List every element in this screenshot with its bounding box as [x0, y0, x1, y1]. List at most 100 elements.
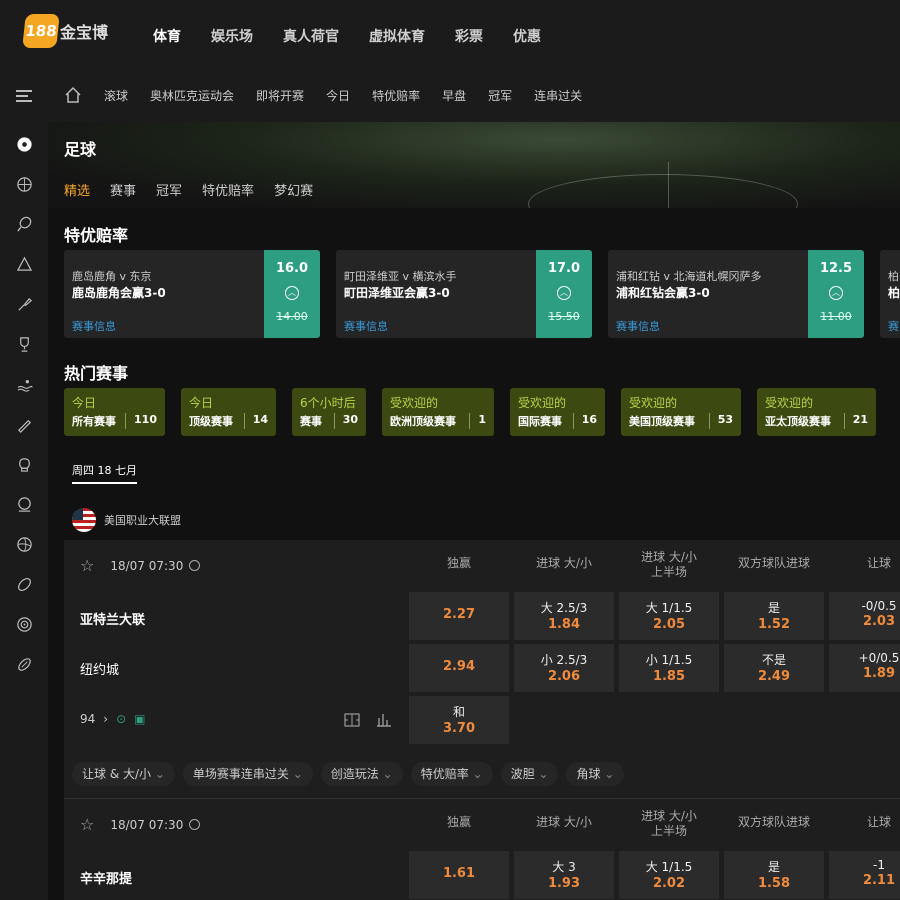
- league-header[interactable]: 美国职业大联盟: [72, 508, 181, 532]
- subnav-upcoming[interactable]: 即将开赛: [256, 87, 304, 104]
- topnav-promotions[interactable]: 优惠: [513, 26, 541, 46]
- basketball-icon[interactable]: [16, 176, 33, 193]
- subnav-parlay[interactable]: 连串过关: [534, 87, 582, 104]
- hot-event-chip[interactable]: 受欢迎的 国际赛事 16: [510, 388, 605, 436]
- soccer-icon[interactable]: [16, 136, 33, 153]
- subnav-today[interactable]: 今日: [326, 87, 350, 104]
- favorite-star-icon[interactable]: ☆: [80, 556, 94, 575]
- more-markets-count[interactable]: 94: [80, 712, 95, 726]
- hot-event-chip[interactable]: 受欢迎的 美国顶级赛事 53: [621, 388, 741, 436]
- tab-fantasy[interactable]: 梦幻赛: [274, 180, 313, 199]
- subnav-special-odds[interactable]: 特优赔率: [372, 87, 420, 104]
- subnav-inplay[interactable]: 滚球: [104, 87, 128, 104]
- special-card[interactable]: 浦和红钻 v 北海道札幌冈萨多 浦和红钻会赢3-0 赛事信息 12.5 ︿ 11…: [608, 250, 864, 338]
- tab-matches[interactable]: 赛事: [110, 180, 136, 199]
- clock-icon: [189, 560, 201, 571]
- odds-cell[interactable]: 大 2.5/3 1.84: [514, 592, 614, 640]
- odds-cell[interactable]: 2.94: [409, 644, 509, 692]
- hot-event-chip[interactable]: 受欢迎的 欧洲顶级赛事 1: [382, 388, 494, 436]
- odds-cell[interactable]: 大 1/1.5 2.05: [619, 592, 719, 640]
- odds-cell-draw[interactable]: 和 3.70: [409, 696, 509, 744]
- hot-event-label: 赛事: [300, 415, 322, 428]
- market-filter-chips: 让球 & 大/小 单场赛事连串过关 创造玩法 特优赔率 波胆 角球: [72, 762, 625, 786]
- odds-cell[interactable]: 是 1.52: [724, 592, 824, 640]
- odds-value: 1.89: [862, 666, 896, 681]
- market-chip[interactable]: 让球 & 大/小: [72, 762, 175, 786]
- match-info-link[interactable]: 赛: [888, 318, 899, 334]
- hot-event-label: 所有赛事: [72, 415, 116, 428]
- odds-line: 小 2.5/3: [540, 653, 588, 667]
- logo-text: 金宝博: [60, 23, 109, 42]
- match-info-link[interactable]: 赛事信息: [616, 318, 660, 334]
- special-card[interactable]: 鹿岛鹿角 v 东京 鹿岛鹿角会赢3-0 赛事信息 16.0 ︿ 14.00: [64, 250, 320, 338]
- hot-event-chip[interactable]: 今日 顶级赛事 14: [181, 388, 276, 436]
- boosted-odds-button[interactable]: 17.0 ︿ 15.50: [536, 250, 592, 338]
- match-time: 18/07 07:30: [110, 558, 184, 573]
- american-football-icon[interactable]: [16, 576, 33, 593]
- subnav-outright[interactable]: 冠军: [488, 87, 512, 104]
- trophy-icon[interactable]: [16, 336, 33, 353]
- subnav-early[interactable]: 早盘: [442, 87, 466, 104]
- odds-cell[interactable]: 不是 2.49: [724, 644, 824, 692]
- col-header-btts: 双方球队进球: [737, 556, 810, 570]
- chevron-right-icon[interactable]: ›: [103, 712, 108, 726]
- market-chip[interactable]: 角球: [566, 762, 625, 786]
- subnav-olympics[interactable]: 奥林匹克运动会: [150, 87, 234, 104]
- special-card[interactable]: 町田泽维亚 v 横滨水手 町田泽维亚会赢3-0 赛事信息 17.0 ︿ 15.5…: [336, 250, 592, 338]
- snooker-icon[interactable]: [16, 496, 33, 513]
- tab-featured[interactable]: 精选: [64, 180, 90, 199]
- odds-cell[interactable]: -0/0.5 2.03: [829, 592, 900, 640]
- lineup-icon[interactable]: [344, 712, 360, 728]
- logo[interactable]: 188 金宝博: [22, 14, 109, 48]
- hot-event-chip[interactable]: 受欢迎的 亚太顶级赛事 21: [757, 388, 876, 436]
- topnav-lottery[interactable]: 彩票: [455, 26, 483, 46]
- odds-cell[interactable]: 小 2.5/3 2.06: [514, 644, 614, 692]
- topnav-live-dealer[interactable]: 真人荷官: [283, 26, 339, 46]
- odds-cell[interactable]: 大 1/1.5 2.02: [619, 851, 719, 899]
- odds-cell[interactable]: 2.27: [409, 592, 509, 640]
- favorite-star-icon[interactable]: ☆: [80, 815, 94, 834]
- odds-value: 1.61: [442, 866, 476, 881]
- market-chip[interactable]: 波胆: [500, 762, 559, 786]
- special-match: 町田泽维亚 v 横滨水手: [344, 270, 457, 283]
- match-info-link[interactable]: 赛事信息: [344, 318, 388, 334]
- date-tab[interactable]: 周四 18 七月: [72, 462, 137, 484]
- market-chip[interactable]: 特优赔率: [410, 762, 493, 786]
- odds-cell[interactable]: 1.61: [409, 851, 509, 899]
- odds-cell[interactable]: 大 3 1.93: [514, 851, 614, 899]
- hot-event-chip[interactable]: 6个小时后 赛事 30: [292, 388, 366, 436]
- special-card-partial[interactable]: 柏 柏 赛: [880, 250, 900, 338]
- boosted-odds-button[interactable]: 12.5 ︿ 11.00: [808, 250, 864, 338]
- swimming-icon[interactable]: [16, 376, 33, 393]
- odds-value: 1.52: [757, 617, 791, 632]
- rugby-icon[interactable]: [16, 656, 33, 673]
- volleyball-icon[interactable]: [16, 536, 33, 553]
- pyramid-icon[interactable]: [16, 256, 33, 273]
- match-info-link[interactable]: 赛事信息: [72, 318, 116, 334]
- odds-cell[interactable]: +0/0.5 1.89: [829, 644, 900, 692]
- odds-cell[interactable]: 是 1.58: [724, 851, 824, 899]
- market-chip[interactable]: 单场赛事连串过关: [182, 762, 313, 786]
- tab-outright[interactable]: 冠军: [156, 180, 182, 199]
- home-icon[interactable]: [64, 86, 82, 104]
- boxing-icon[interactable]: [16, 456, 33, 473]
- original-odds: 15.50: [548, 310, 580, 323]
- odds-value: 2.03: [862, 614, 896, 629]
- away-team: 纽约城: [80, 663, 120, 678]
- tennis-icon[interactable]: [16, 216, 33, 233]
- market-chip[interactable]: 创造玩法: [320, 762, 403, 786]
- darts-icon[interactable]: [16, 616, 33, 633]
- odds-cell[interactable]: -1 2.11: [829, 851, 900, 899]
- stats-icon[interactable]: [376, 712, 392, 728]
- tab-special-odds[interactable]: 特优赔率: [202, 180, 254, 199]
- baseball-icon[interactable]: [16, 416, 33, 433]
- boosted-odds-button[interactable]: 16.0 ︿ 14.00: [264, 250, 320, 338]
- badminton-icon[interactable]: [16, 296, 33, 313]
- hot-event-chip[interactable]: 今日 所有赛事 110: [64, 388, 165, 436]
- odds-cell[interactable]: 小 1/1.5 1.85: [619, 644, 719, 692]
- topnav-sports[interactable]: 体育: [153, 26, 181, 46]
- top-nav: 体育 娱乐场 真人荷官 虚拟体育 彩票 优惠: [153, 26, 541, 46]
- topnav-casino[interactable]: 娱乐场: [211, 26, 253, 46]
- menu-icon[interactable]: [16, 90, 32, 102]
- topnav-virtual[interactable]: 虚拟体育: [369, 26, 425, 46]
